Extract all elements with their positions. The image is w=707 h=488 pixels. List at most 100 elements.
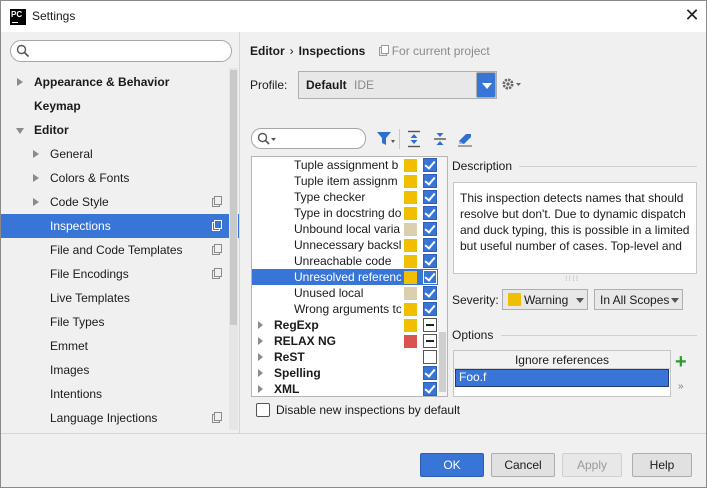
- window-title: Settings: [32, 9, 76, 23]
- table-column-header[interactable]: Ignore references: [454, 351, 670, 369]
- inspection-checkbox[interactable]: [423, 302, 437, 316]
- inspection-filter-input[interactable]: [251, 128, 366, 149]
- chevron-right-icon[interactable]: [33, 150, 39, 158]
- chevron-right-icon[interactable]: [33, 198, 39, 206]
- inspection-checkbox[interactable]: [423, 334, 437, 348]
- inspection-group-row[interactable]: XML: [252, 381, 447, 396]
- breadcrumb-current: Inspections: [298, 44, 366, 58]
- inspections-scroll-thumb[interactable]: [439, 332, 446, 392]
- severity-swatch: [404, 191, 417, 204]
- inspection-group-row[interactable]: RELAX NG: [252, 333, 447, 349]
- project-icon: [212, 244, 222, 255]
- ok-button[interactable]: OK: [420, 453, 484, 477]
- sidebar-item[interactable]: Code Style: [1, 190, 239, 214]
- inspection-checkbox[interactable]: [423, 318, 437, 332]
- project-icon: [212, 412, 222, 423]
- sidebar-item[interactable]: Language Injections: [1, 406, 239, 430]
- inspection-label: XML: [274, 382, 300, 396]
- footer-divider: [1, 433, 706, 434]
- inspection-row[interactable]: Type in docstring do: [252, 205, 447, 221]
- inspections-scrollbar[interactable]: [438, 157, 447, 396]
- inspection-checkbox[interactable]: [423, 206, 437, 220]
- sidebar-item[interactable]: Emmet: [1, 334, 239, 358]
- apply-button[interactable]: Apply: [562, 453, 622, 477]
- inspection-row[interactable]: Unreachable code: [252, 253, 447, 269]
- sidebar-item-label: Emmet: [50, 339, 89, 353]
- sidebar-item-label: Live Templates: [50, 291, 130, 305]
- expand-all-icon[interactable]: [406, 130, 422, 148]
- profile-value: Default: [306, 78, 347, 92]
- inspection-checkbox[interactable]: [423, 254, 437, 268]
- chevron-right-icon[interactable]: [258, 353, 263, 361]
- chevron-right-icon[interactable]: [33, 174, 39, 182]
- reset-eraser-icon[interactable]: [456, 130, 474, 148]
- collapse-all-icon[interactable]: [432, 130, 448, 148]
- chevron-right-icon[interactable]: [258, 337, 263, 345]
- inspection-row[interactable]: Tuple item assignm: [252, 173, 447, 189]
- profile-dropdown-button[interactable]: [476, 72, 496, 98]
- sidebar-item[interactable]: Images: [1, 358, 239, 382]
- sidebar-search-input[interactable]: [10, 40, 232, 62]
- close-icon[interactable]: ✕: [684, 6, 700, 24]
- sidebar-item[interactable]: Inspections: [1, 214, 239, 238]
- toolbar-separator: [399, 129, 400, 149]
- filter-icon[interactable]: [376, 130, 396, 148]
- chevron-down-icon: [671, 298, 679, 303]
- more-icon[interactable]: »: [678, 381, 684, 392]
- inspection-row[interactable]: Unbound local varia: [252, 221, 447, 237]
- help-button[interactable]: Help: [632, 453, 692, 477]
- inspection-checkbox[interactable]: [423, 190, 437, 204]
- profile-dropdown[interactable]: Default IDE: [298, 71, 497, 99]
- options-divider: [501, 335, 697, 336]
- options-title: Options: [452, 328, 494, 342]
- inspection-row[interactable]: Type checker: [252, 189, 447, 205]
- inspection-row[interactable]: Unused local: [252, 285, 447, 301]
- sidebar-item[interactable]: File and Code Templates: [1, 238, 239, 262]
- sidebar-item[interactable]: Intentions: [1, 382, 239, 406]
- inspection-row[interactable]: Unresolved referenc: [252, 269, 447, 285]
- chevron-right-icon[interactable]: [17, 78, 23, 86]
- project-scope-hint: For current project: [378, 44, 490, 58]
- table-cell-selected[interactable]: Foo.f: [455, 369, 669, 387]
- inspection-checkbox[interactable]: [423, 350, 437, 364]
- inspection-row[interactable]: Unnecessary backsla: [252, 237, 447, 253]
- inspection-row[interactable]: Tuple assignment b: [252, 157, 447, 173]
- inspection-label: Wrong arguments to: [294, 302, 401, 316]
- sidebar-item[interactable]: Appearance & Behavior: [1, 70, 239, 94]
- disable-new-inspections-checkbox[interactable]: [256, 403, 270, 417]
- chevron-down-icon[interactable]: [16, 128, 24, 134]
- sidebar-item[interactable]: File Types: [1, 310, 239, 334]
- inspection-row[interactable]: Wrong arguments to: [252, 301, 447, 317]
- inspection-checkbox[interactable]: [423, 222, 437, 236]
- inspection-checkbox[interactable]: [423, 158, 437, 172]
- inspection-checkbox[interactable]: [423, 238, 437, 252]
- inspection-checkbox[interactable]: [423, 382, 437, 396]
- inspection-checkbox[interactable]: [423, 286, 437, 300]
- sidebar-item[interactable]: Keymap: [1, 94, 239, 118]
- chevron-right-icon[interactable]: [258, 369, 263, 377]
- sidebar-item-label: General: [50, 147, 93, 161]
- ignore-references-table: Ignore references Foo.f: [453, 350, 671, 397]
- sidebar-item[interactable]: General: [1, 142, 239, 166]
- resize-grip-icon[interactable]: ⁝⁝⁝⁝: [565, 274, 579, 283]
- inspection-checkbox[interactable]: [423, 366, 437, 380]
- gear-icon[interactable]: [501, 76, 523, 92]
- sidebar-item[interactable]: Editor: [1, 118, 239, 142]
- inspection-checkbox[interactable]: [423, 174, 437, 188]
- sidebar-item[interactable]: Colors & Fonts: [1, 166, 239, 190]
- sidebar-scroll-thumb[interactable]: [230, 70, 237, 325]
- inspection-checkbox[interactable]: [423, 270, 437, 284]
- sidebar-item[interactable]: File Encodings: [1, 262, 239, 286]
- severity-dropdown[interactable]: Warning: [502, 289, 588, 310]
- add-icon[interactable]: +: [675, 352, 687, 372]
- sidebar-item[interactable]: Live Templates: [1, 286, 239, 310]
- chevron-right-icon[interactable]: [258, 321, 263, 329]
- inspection-group-row[interactable]: ReST: [252, 349, 447, 365]
- cancel-button[interactable]: Cancel: [491, 453, 555, 477]
- scope-dropdown[interactable]: In All Scopes: [594, 289, 683, 310]
- inspection-group-row[interactable]: RegExp: [252, 317, 447, 333]
- severity-color-swatch: [508, 293, 521, 306]
- sidebar-scrollbar[interactable]: [229, 68, 238, 430]
- chevron-right-icon[interactable]: [258, 385, 263, 393]
- inspection-group-row[interactable]: Spelling: [252, 365, 447, 381]
